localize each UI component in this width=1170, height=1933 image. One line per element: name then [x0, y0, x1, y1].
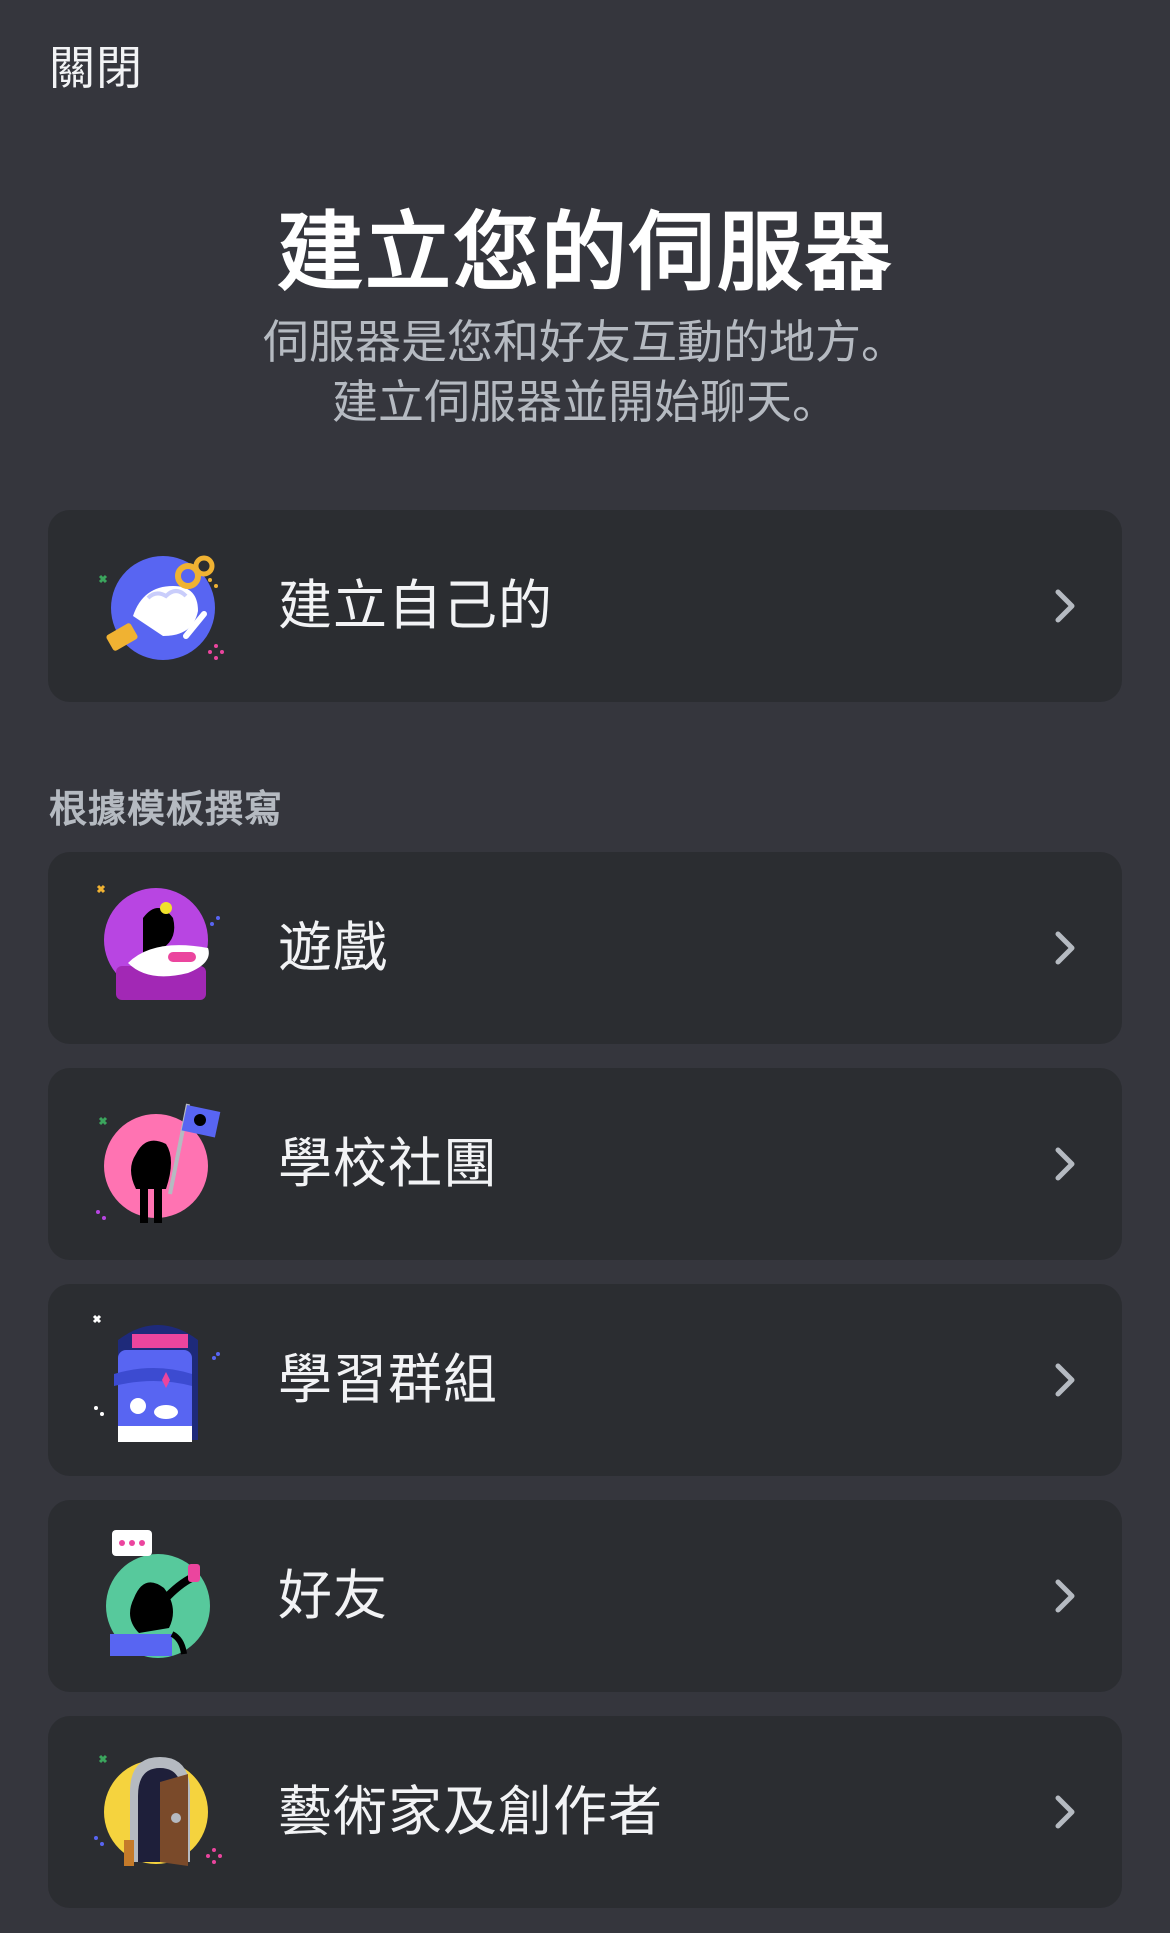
- gaming-illustration-icon: [88, 878, 228, 1018]
- chevron-right-icon: [1040, 1572, 1088, 1620]
- study-group-illustration-icon: [88, 1310, 228, 1450]
- template-study-group-button[interactable]: 學習群組: [48, 1284, 1122, 1476]
- chevron-right-icon: [1040, 1356, 1088, 1404]
- subtitle-line-1: 伺服器是您和好友互動的地方。: [263, 315, 907, 369]
- template-gaming-button[interactable]: 遊戲: [48, 852, 1122, 1044]
- page-title: 建立您的伺服器: [277, 203, 893, 303]
- create-server-screen: 關閉 建立您的伺服器 伺服器是您和好友互動的地方。 建立伺服器並開始聊天。 建立…: [0, 0, 1170, 1933]
- subtitle-line-2: 建立伺服器並開始聊天。: [332, 375, 838, 429]
- template-label: 好友: [278, 1564, 388, 1627]
- create-own-button[interactable]: 建立自己的: [48, 510, 1122, 702]
- page-subtitle: 伺服器是您和好友互動的地方。 建立伺服器並開始聊天。: [0, 312, 1170, 432]
- chevron-right-icon: [1040, 1788, 1088, 1836]
- school-club-illustration-icon: [88, 1094, 228, 1234]
- chevron-right-icon: [1040, 924, 1088, 972]
- template-label: 藝術家及創作者: [278, 1780, 663, 1843]
- artists-creators-illustration-icon: [88, 1742, 228, 1882]
- close-button[interactable]: 關閉: [49, 32, 143, 98]
- template-school-club-button[interactable]: 學校社團: [48, 1068, 1122, 1260]
- templates-section-title: 根據模板撰寫: [49, 787, 284, 831]
- create-own-label: 建立自己的: [278, 574, 553, 637]
- friends-illustration-icon: [88, 1526, 228, 1666]
- template-label: 學校社團: [278, 1132, 498, 1195]
- template-label: 遊戲: [278, 916, 388, 979]
- template-artists-creators-button[interactable]: 藝術家及創作者: [48, 1716, 1122, 1908]
- template-label: 學習群組: [278, 1348, 498, 1411]
- chevron-right-icon: [1040, 582, 1088, 630]
- create-server-illustration-icon: [88, 536, 228, 676]
- template-friends-button[interactable]: 好友: [48, 1500, 1122, 1692]
- chevron-right-icon: [1040, 1140, 1088, 1188]
